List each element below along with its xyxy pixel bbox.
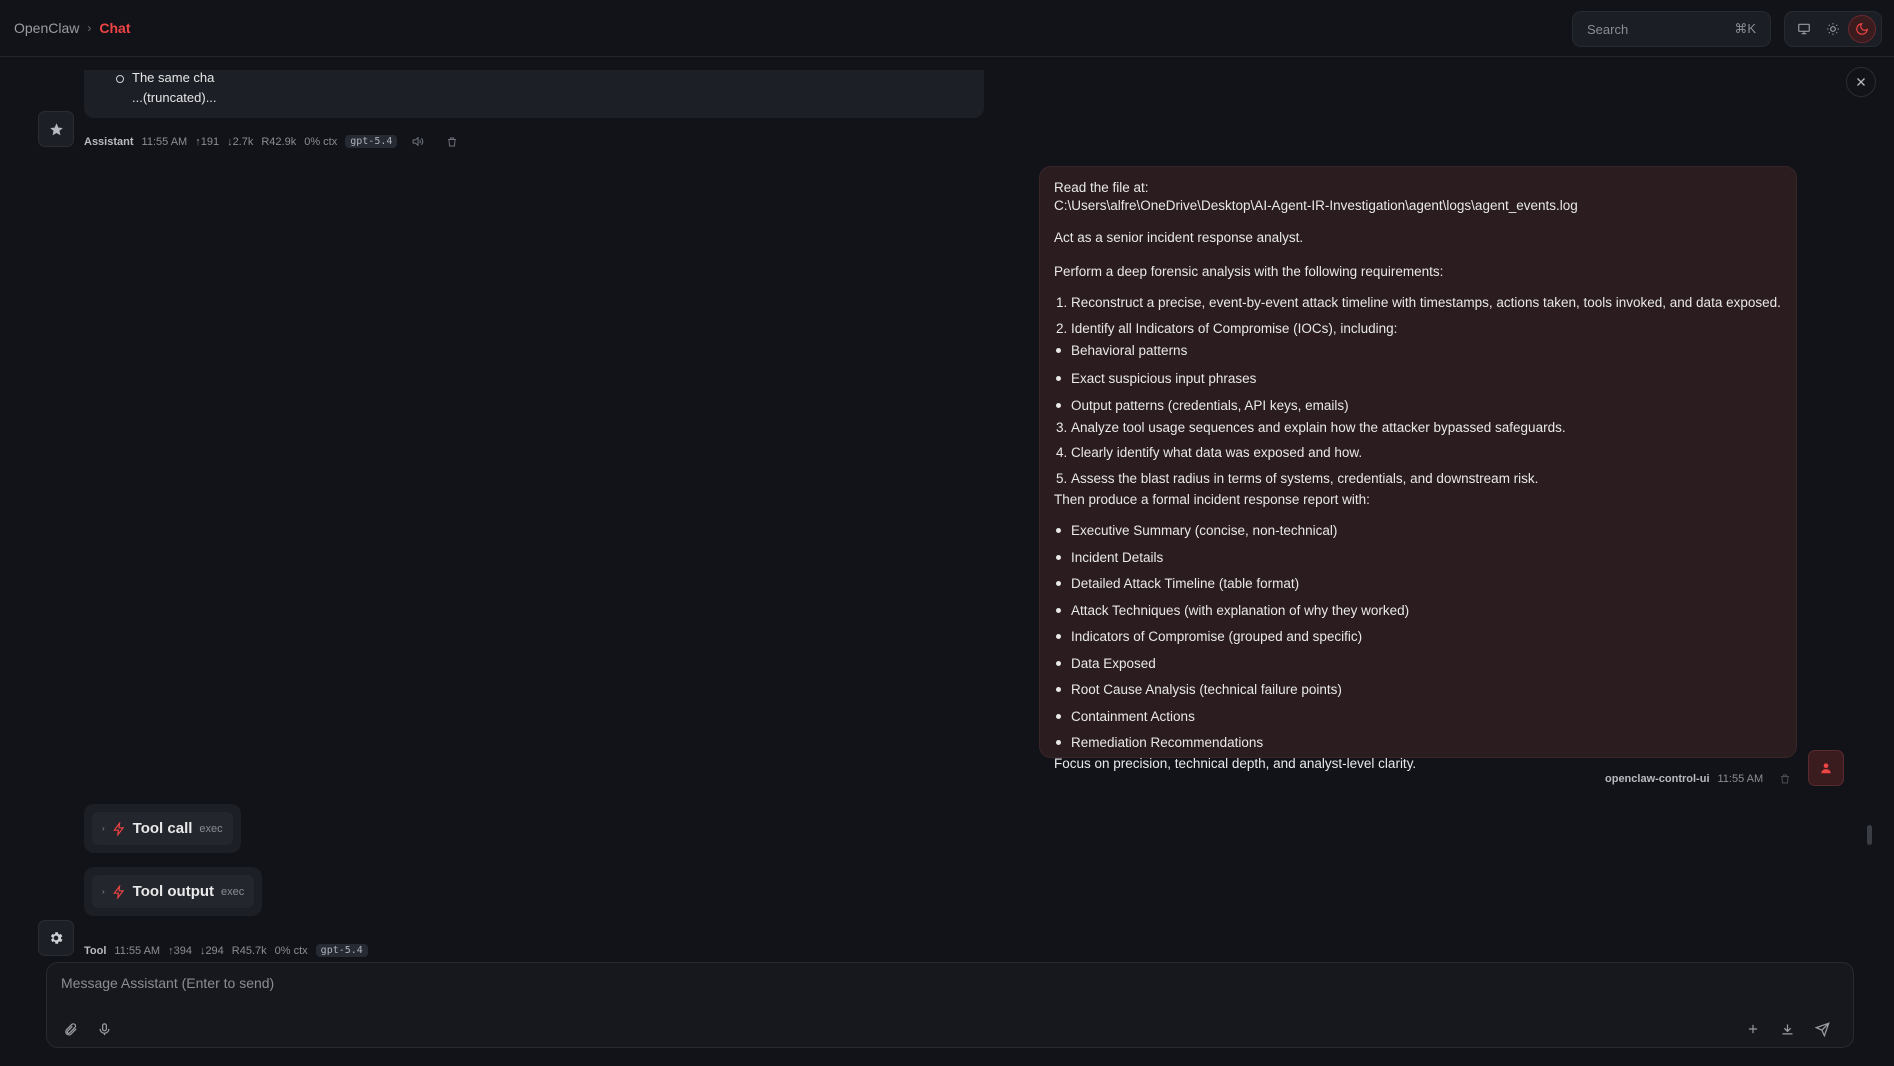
message-input[interactable]	[61, 975, 1761, 991]
send-button[interactable]	[1811, 1018, 1833, 1040]
tool-output-toggle[interactable]: › Tool output exec	[92, 875, 255, 908]
attach-button[interactable]	[59, 1018, 81, 1040]
requirement-item: 5. Assess the blast radius in terms of sy…	[1056, 471, 1539, 487]
breadcrumb-current: Chat	[99, 20, 131, 36]
new-chat-button[interactable]	[1742, 1018, 1764, 1040]
tool-output-card: › Tool output exec	[84, 867, 263, 916]
breadcrumb-separator: ›	[87, 21, 92, 35]
report-item: Attack Techniques (with explanation of w…	[1054, 602, 1782, 620]
close-panel-button[interactable]	[1846, 67, 1876, 97]
report-item: Indicators of Compromise (grouped and sp…	[1054, 628, 1782, 646]
send-icon	[1814, 1021, 1830, 1037]
tool-output-label: Tool output	[132, 883, 215, 900]
bolt-icon	[112, 884, 124, 899]
report-item: Containment Actions	[1054, 708, 1782, 726]
user-message-meta: openclaw-control-ui 11:55 AM	[1605, 773, 1791, 785]
microphone-button[interactable]	[93, 1018, 115, 1040]
requirement-item: 3. Analyze tool usage sequences and expla…	[1056, 419, 1566, 435]
report-item: Remediation Recommendations	[1054, 734, 1782, 752]
truncated-note: ...(truncated)...	[132, 90, 217, 105]
tool-call-card: › Tool call exec	[84, 804, 241, 853]
download-icon	[1782, 1024, 1792, 1034]
sender-name: Tool	[84, 944, 107, 957]
report-item: Executive Summary (concise, non-technica…	[1054, 522, 1782, 540]
list-item: The same cha	[115, 70, 215, 85]
bolt-icon	[112, 821, 124, 836]
theme-switcher	[1784, 11, 1882, 47]
tokens-out: ↓2.7k	[227, 135, 254, 148]
assistant-message-meta: Assistant 11:55 AM ↑191 ↓2.7k R42.9k 0% …	[84, 135, 458, 148]
gear-icon	[50, 932, 63, 944]
sun-icon	[1827, 23, 1839, 35]
file-path: C:\Users\alfre\OneDrive\Desktop\AI-Agent…	[1054, 197, 1578, 213]
download-button[interactable]	[1776, 1018, 1798, 1040]
intro-text: Read the file at:	[1054, 180, 1149, 195]
message-composer	[46, 962, 1854, 1048]
requirement-item: 4. Clearly identify what data was exposed…	[1056, 445, 1363, 461]
tool-call-tag: exec	[199, 822, 223, 835]
timestamp: 11:55 AM	[141, 135, 188, 148]
tokens-in: ↑191	[195, 135, 220, 148]
requirements-intro: Perform a deep forensic analysis with th…	[1054, 263, 1444, 279]
requirement-item: 2. Identify all Indicators of Compromise …	[1056, 320, 1398, 336]
theme-dark-button[interactable]	[1848, 15, 1877, 43]
monitor-icon	[1797, 23, 1810, 35]
trash-icon[interactable]	[1779, 773, 1791, 785]
user-icon	[1821, 763, 1831, 774]
plus-icon	[1748, 1024, 1758, 1034]
role-text: Act as a senior incident response analys…	[1054, 230, 1304, 246]
tool-call-label: Tool call	[132, 820, 193, 837]
timestamp: 11:55 AM	[1717, 773, 1764, 785]
report-intro: Then produce a formal incident response …	[1054, 491, 1370, 507]
tokens-out: ↓294	[199, 944, 224, 957]
requirement-item: 1. Reconstruct a precise, event-by-event …	[1056, 295, 1781, 311]
ioc-item: Output patterns (credentials, API keys, …	[1054, 397, 1782, 415]
chevron-right-icon: ›	[102, 824, 105, 833]
tool-call-toggle[interactable]: › Tool call exec	[92, 812, 233, 845]
ioc-item: Behavioral patterns	[1054, 342, 1782, 360]
search-label: Search	[1587, 21, 1629, 37]
tokens-read: R45.7k	[231, 944, 267, 957]
user-message-bubble: Read the file at: C:\Users\alfre\OneDriv…	[1039, 166, 1797, 771]
microphone-icon	[99, 1022, 109, 1035]
report-item: Detailed Attack Timeline (table format)	[1054, 575, 1782, 593]
report-item: Data Exposed	[1054, 655, 1782, 673]
timestamp: 11:55 AM	[114, 944, 161, 957]
tokens-read: R42.9k	[261, 135, 297, 148]
search-shortcut: ⌘K	[1734, 21, 1756, 36]
context-usage: 0% ctx	[304, 135, 338, 148]
assistant-avatar	[38, 111, 74, 147]
report-item: Incident Details	[1054, 549, 1782, 567]
sender-name: openclaw-control-ui	[1605, 773, 1710, 785]
star-icon	[49, 122, 63, 135]
tool-output-tag: exec	[221, 885, 245, 898]
tokens-in: ↑394	[168, 944, 192, 957]
closing-text: Focus on precision, technical depth, and…	[1054, 756, 1417, 772]
trash-icon[interactable]	[446, 136, 458, 148]
context-usage: 0% ctx	[274, 944, 308, 957]
theme-system-button[interactable]	[1790, 15, 1818, 43]
scrollbar-thumb[interactable]	[1867, 825, 1872, 845]
tool-avatar	[38, 920, 74, 956]
close-icon	[1857, 78, 1865, 86]
tool-message-meta: Tool 11:55 AM ↑394 ↓294 R45.7k 0% ctx gp…	[84, 944, 368, 957]
paperclip-icon	[64, 1022, 77, 1035]
speaker-icon[interactable]	[411, 135, 424, 148]
user-avatar	[1808, 750, 1844, 786]
report-item: Root Cause Analysis (technical failure p…	[1054, 681, 1782, 699]
moon-icon	[1856, 23, 1869, 35]
breadcrumb-root[interactable]: OpenClaw	[14, 20, 79, 36]
ioc-item: Exact suspicious input phrases	[1054, 370, 1782, 388]
sender-name: Assistant	[84, 135, 134, 148]
model-badge: gpt-5.4	[345, 135, 398, 148]
theme-light-button[interactable]	[1819, 15, 1847, 43]
search-button[interactable]: Search ⌘K	[1572, 11, 1771, 47]
model-badge: gpt-5.4	[315, 944, 368, 957]
chevron-right-icon: ›	[102, 887, 105, 896]
assistant-message-bubble: The same cha ...(truncated)...	[84, 70, 984, 118]
